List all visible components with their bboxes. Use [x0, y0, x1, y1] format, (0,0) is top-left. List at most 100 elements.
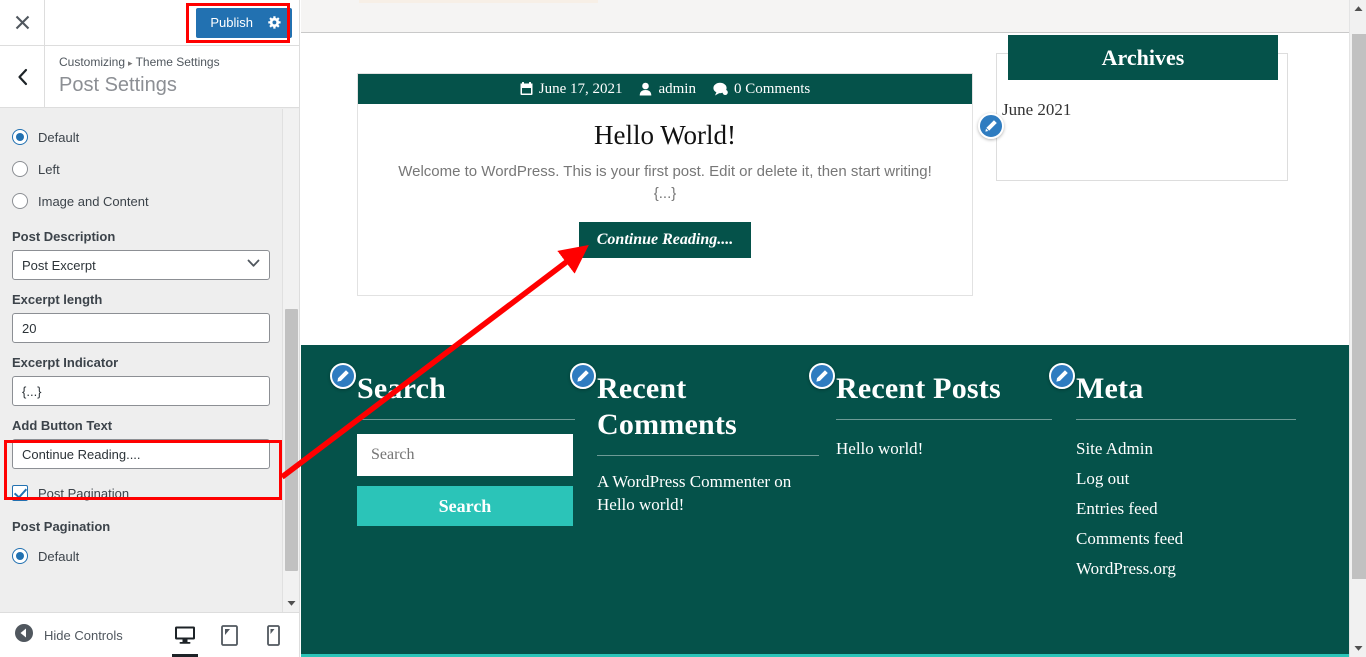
- post-comments-text: 0 Comments: [733, 80, 811, 97]
- widget-divider: [357, 419, 575, 420]
- sidebar-scrollbar[interactable]: [282, 109, 299, 612]
- scroll-up-arrow-icon[interactable]: [1350, 0, 1366, 17]
- customizer-footer-bar: Hide Controls: [0, 612, 299, 657]
- checkbox-label: Post Pagination: [38, 485, 130, 501]
- radio-label: Image and Content: [38, 193, 149, 209]
- checkbox-post-pagination[interactable]: Post Pagination: [12, 479, 288, 507]
- post-description-label: Post Description: [12, 229, 116, 244]
- radio-mark-icon: [12, 548, 28, 564]
- widget-title: Recent Posts: [836, 372, 1001, 405]
- post-pagination-group-label: Post Pagination: [12, 519, 111, 534]
- customizer-section-header: Customizing ▸ Theme Settings Post Settings: [0, 46, 299, 108]
- meta-link-comments-feed[interactable]: Comments feed: [1076, 524, 1296, 554]
- excerpt-indicator-value: {...}: [22, 383, 42, 399]
- close-icon[interactable]: [0, 0, 45, 45]
- widget-divider: [1076, 419, 1296, 420]
- radio-layout-image-and-content[interactable]: Image and Content: [12, 185, 288, 217]
- post-card: June 17, 2021 admin 0 Comments Hello Wor…: [357, 73, 973, 296]
- edit-pencil-icon-archives[interactable]: [978, 113, 1004, 139]
- breadcrumb-root[interactable]: Customizing: [59, 55, 125, 69]
- scroll-down-arrow-icon[interactable]: [1350, 640, 1366, 657]
- breadcrumb-separator-icon: ▸: [128, 58, 133, 68]
- edit-pencil-icon-meta[interactable]: [1049, 363, 1075, 389]
- back-button[interactable]: [0, 46, 45, 107]
- radio-mark-icon: [12, 161, 28, 177]
- site-preview-area: June 17, 2021 admin 0 Comments Hello Wor…: [301, 0, 1366, 657]
- archives-widget-title: Archives: [1008, 35, 1278, 80]
- search-form: Search Search: [357, 434, 575, 526]
- edit-pencil-icon: [985, 120, 997, 132]
- add-button-text-value: Continue Reading....: [22, 446, 141, 462]
- post-title[interactable]: Hello World!: [358, 120, 972, 151]
- excerpt-length-input[interactable]: 20: [12, 313, 270, 343]
- archives-widget-item[interactable]: June 2021: [1002, 100, 1071, 120]
- recent-post-item[interactable]: Hello world!: [836, 434, 1052, 464]
- radio-layout-left[interactable]: Left: [12, 153, 288, 185]
- chevron-down-icon-glyph: [247, 259, 260, 267]
- meta-link-log-out[interactable]: Log out: [1076, 464, 1296, 494]
- publish-button-label: Publish: [210, 15, 253, 30]
- edit-pencil-icon-recent-posts[interactable]: [809, 363, 835, 389]
- meta-link-entries-feed[interactable]: Entries feed: [1076, 494, 1296, 524]
- meta-link-site-admin[interactable]: Site Admin: [1076, 434, 1296, 464]
- preview-scrollbar[interactable]: [1349, 0, 1366, 657]
- close-icon-glyph: [15, 15, 29, 30]
- footer-widget-meta: Meta Site Admin Log out Entries feed Com…: [1076, 371, 1296, 584]
- page-title: Post Settings: [59, 74, 177, 96]
- tablet-icon: [220, 624, 238, 646]
- radio-pagination-default[interactable]: Default: [12, 540, 288, 572]
- post-description-select[interactable]: Post Excerpt: [12, 250, 270, 280]
- checkbox-mark-icon: [12, 485, 28, 501]
- post-comments: 0 Comments: [713, 81, 810, 98]
- collapse-left-icon: [14, 623, 34, 648]
- widget-divider: [836, 419, 1052, 420]
- calendar-icon: [520, 82, 533, 95]
- edit-pencil-icon-recent-comments[interactable]: [570, 363, 596, 389]
- chevron-up-icon-glyph: [1354, 6, 1363, 11]
- add-button-text-input[interactable]: Continue Reading....: [12, 439, 270, 469]
- radio-label: Left: [38, 161, 60, 177]
- device-preview-tablet[interactable]: [216, 613, 242, 657]
- publish-button[interactable]: Publish: [196, 7, 292, 38]
- recent-comment-item[interactable]: A WordPress Commenter on Hello world!: [597, 470, 819, 516]
- breadcrumb-parent[interactable]: Theme Settings: [136, 55, 220, 69]
- mobile-icon: [266, 624, 280, 646]
- collapse-left-icon-glyph: [15, 623, 33, 642]
- excerpt-indicator-input[interactable]: {...}: [12, 376, 270, 406]
- excerpt-indicator-label: Excerpt Indicator: [12, 355, 119, 370]
- site-footer: Search Search Search Recent Comments A W…: [301, 345, 1349, 657]
- device-preview-mobile[interactable]: [260, 613, 286, 657]
- scroll-down-arrow-icon[interactable]: [283, 595, 299, 612]
- post-description-value: Post Excerpt: [22, 257, 96, 273]
- search-input[interactable]: Search: [357, 434, 573, 476]
- preview-top-strip: [301, 0, 1349, 33]
- sidebar-scrollbar-thumb[interactable]: [285, 309, 298, 571]
- device-preview-buttons: [172, 613, 299, 657]
- meta-links-list: Site Admin Log out Entries feed Comments…: [1076, 434, 1296, 584]
- post-author-text: admin: [658, 80, 696, 97]
- edit-pencil-icon-search[interactable]: [330, 363, 356, 389]
- excerpt-length-value: 20: [22, 320, 37, 336]
- widget-title: Meta: [1076, 372, 1144, 405]
- radio-label: Default: [38, 548, 80, 564]
- chevron-down-icon-glyph: [287, 601, 296, 606]
- hide-controls-label: Hide Controls: [44, 627, 123, 643]
- radio-layout-default[interactable]: Default: [12, 121, 288, 153]
- widget-title: Recent Comments: [597, 372, 737, 441]
- search-button[interactable]: Search: [357, 486, 573, 526]
- gear-icon[interactable]: [267, 15, 282, 30]
- edit-pencil-icon: [577, 370, 589, 382]
- preview-scrollbar-thumb[interactable]: [1352, 34, 1366, 579]
- hide-controls-button[interactable]: Hide Controls: [0, 623, 123, 648]
- chevron-down-icon-glyph: [1354, 646, 1363, 651]
- edit-pencil-icon: [1056, 370, 1068, 382]
- post-author: admin: [639, 81, 696, 98]
- post-meta-bar: June 17, 2021 admin 0 Comments: [358, 74, 972, 104]
- device-preview-desktop[interactable]: [172, 613, 198, 657]
- meta-link-wordpress-org[interactable]: WordPress.org: [1076, 554, 1296, 584]
- continue-reading-button[interactable]: Continue Reading....: [579, 222, 751, 258]
- desktop-icon: [175, 626, 195, 644]
- edit-pencil-icon: [816, 370, 828, 382]
- preview-content: June 17, 2021 admin 0 Comments Hello Wor…: [301, 34, 1349, 657]
- edit-pencil-icon: [337, 370, 349, 382]
